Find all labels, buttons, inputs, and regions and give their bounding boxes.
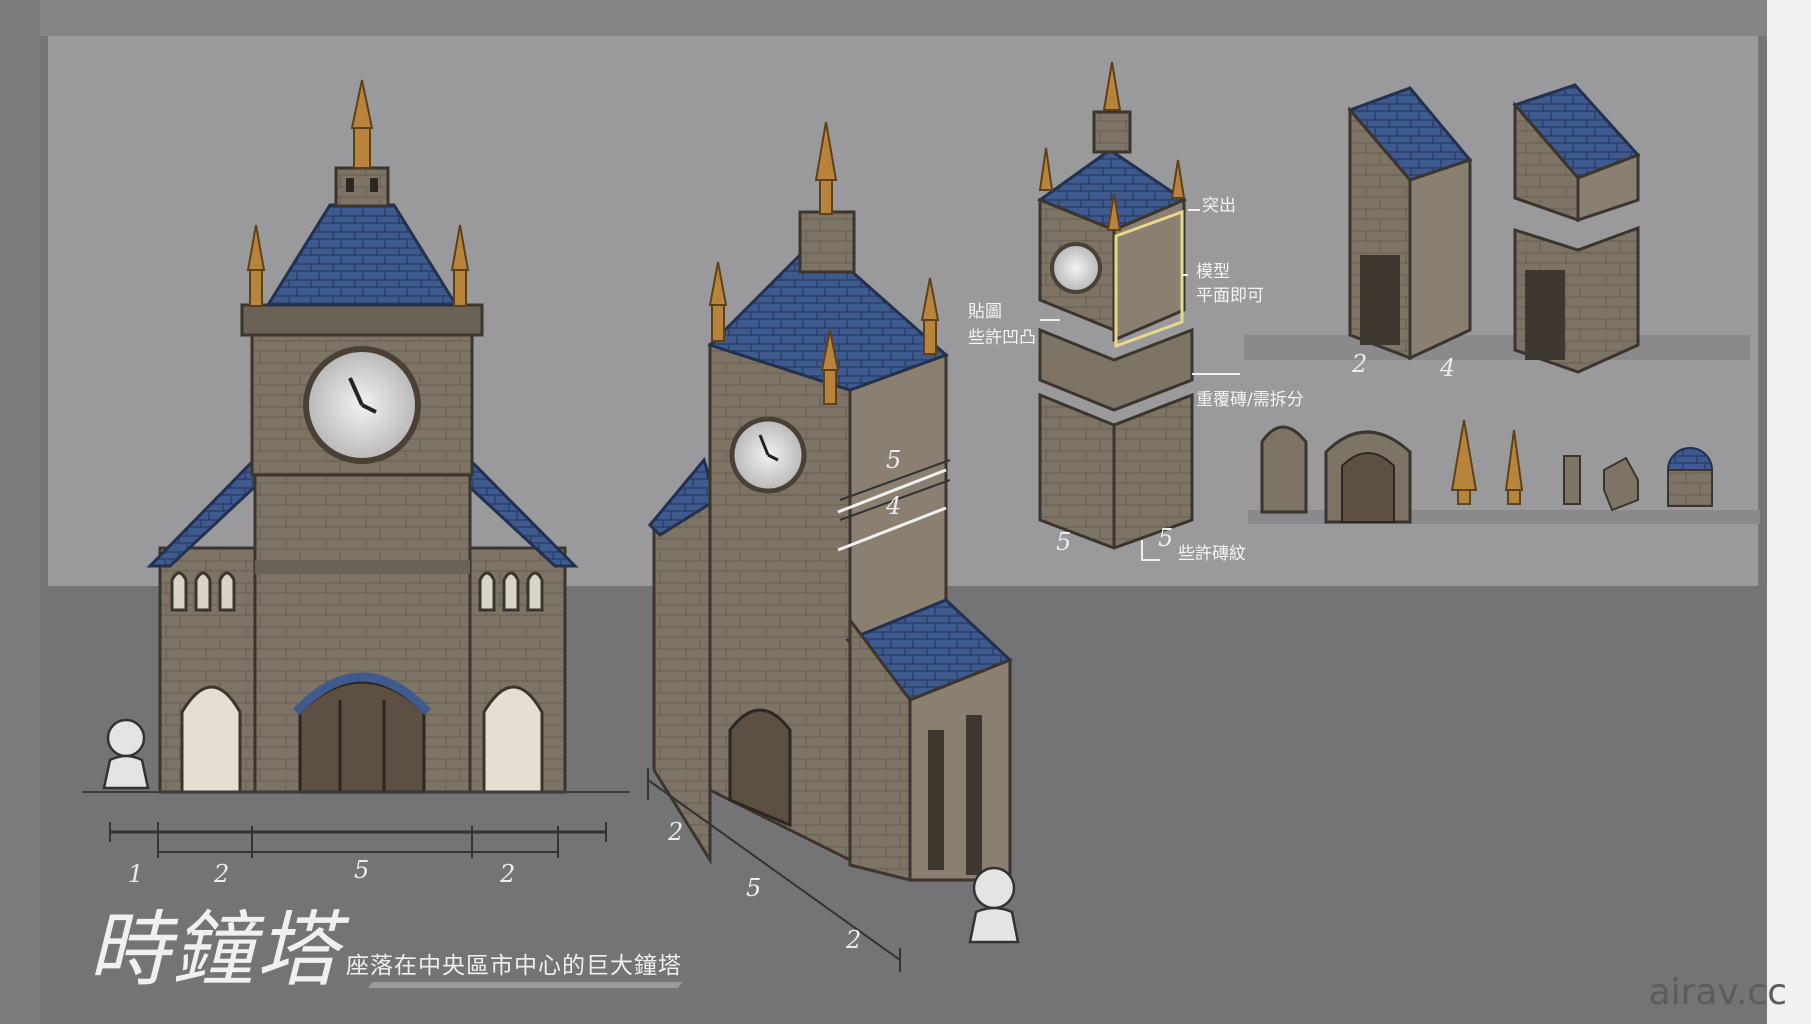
tower-dim-1: 5 <box>886 446 902 474</box>
subtitle-underline <box>367 982 683 988</box>
note-texture-1: 貼圖 <box>968 302 1002 322</box>
note-model-flat-2: 平面即可 <box>1196 286 1264 306</box>
note-texture-2: 些許凹凸 <box>968 328 1036 348</box>
front-scale-figure <box>102 718 150 790</box>
iso-dim-2: 5 <box>746 874 762 902</box>
module-dim-1: 2 <box>1352 350 1368 378</box>
note-repeat-bricks: 重覆磚/需拆分 <box>1196 390 1304 410</box>
page-title: 時鐘塔 <box>88 903 340 998</box>
iso-dim-1: 2 <box>668 818 684 846</box>
concept-art <box>82 61 1760 972</box>
front-dim-3: 5 <box>354 856 370 884</box>
main-roof <box>265 203 459 307</box>
front-dim-2: 2 <box>214 860 230 888</box>
block-dim-2: 5 <box>1158 524 1174 552</box>
front-dim-4: 2 <box>500 860 516 888</box>
note-model-flat-1: 模型 <box>1196 262 1230 282</box>
main-door <box>298 680 426 794</box>
parts-row <box>1248 419 1760 524</box>
front-elevation-building <box>146 79 579 794</box>
module-dim-2: 4 <box>1440 354 1456 382</box>
iso-dim-3: 2 <box>846 926 862 954</box>
module-cutaway <box>1036 61 1194 550</box>
front-dim-1: 1 <box>128 860 144 888</box>
isometric-building <box>647 121 1013 882</box>
page-subtitle: 座落在中央區市中心的巨大鐘塔 <box>346 953 682 979</box>
wing-modules <box>1244 83 1750 374</box>
tower-dim-2: 4 <box>886 492 902 520</box>
note-brick-pattern: 些許磚紋 <box>1178 544 1246 564</box>
block-dim-1: 5 <box>1056 528 1072 556</box>
note-protrude: 突出 <box>1202 196 1236 216</box>
iso-scale-figure <box>968 866 1020 944</box>
watermark: airav.cc <box>1648 972 1787 1013</box>
